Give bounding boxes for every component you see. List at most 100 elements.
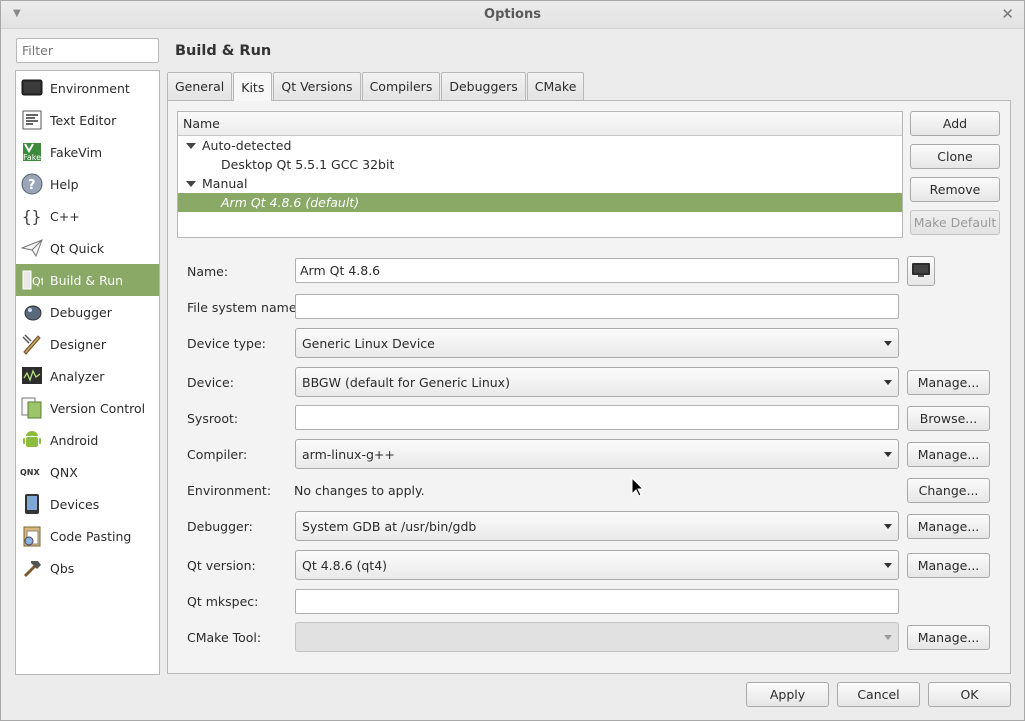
sidebar-item-qnx[interactable]: QNX QNX <box>16 456 159 488</box>
qt-version-label: Qt version: <box>187 558 256 573</box>
sidebar-item-text-editor[interactable]: Text Editor <box>16 104 159 136</box>
sidebar-item-debugger[interactable]: Debugger <box>16 296 159 328</box>
change-environment-button[interactable]: Change... <box>907 478 990 503</box>
tree-item-desktop-kit[interactable]: Desktop Qt 5.5.1 GCC 32bit <box>178 155 902 174</box>
browse-sysroot-button[interactable]: Browse... <box>907 406 990 431</box>
sidebar-item-code-pasting[interactable]: Code Pasting <box>16 520 159 552</box>
sidebar-item-label: Qbs <box>50 560 75 576</box>
tab-cmake[interactable]: CMake <box>526 72 585 100</box>
sidebar-item-label: Help <box>50 176 79 192</box>
debugger-value: System GDB at /usr/bin/gdb <box>302 519 477 534</box>
expand-arrow-icon[interactable] <box>186 180 196 187</box>
paper-plane-icon <box>20 237 44 259</box>
cancel-button[interactable]: Cancel <box>837 682 920 707</box>
compiler-value: arm-linux-g++ <box>302 447 395 462</box>
chevron-down-icon <box>884 524 892 529</box>
tab-debuggers[interactable]: Debuggers <box>441 72 526 100</box>
tab-general[interactable]: General <box>167 72 233 100</box>
sidebar-item-label: Text Editor <box>50 112 117 128</box>
compiler-combo[interactable]: arm-linux-g++ <box>295 439 899 469</box>
sidebar-item-label: Devices <box>50 496 100 512</box>
device-type-value: Generic Linux Device <box>302 336 435 351</box>
debugger-combo[interactable]: System GDB at /usr/bin/gdb <box>295 511 899 541</box>
fakevim-icon: Fake <box>20 141 44 163</box>
tree-header-name[interactable]: Name <box>178 112 902 136</box>
bug-icon <box>20 301 44 323</box>
sidebar-item-label: Analyzer <box>50 368 105 384</box>
name-field[interactable]: Arm Qt 4.8.6 <box>295 258 899 283</box>
manage-device-button[interactable]: Manage... <box>907 370 990 395</box>
environment-value: No changes to apply. <box>294 483 425 498</box>
qt-mkspec-label: Qt mkspec: <box>187 594 259 609</box>
chevron-down-icon <box>884 563 892 568</box>
add-kit-button[interactable]: Add <box>910 111 1000 136</box>
filter-input[interactable] <box>16 38 159 63</box>
close-icon[interactable]: ✕ <box>1001 5 1014 23</box>
manage-debugger-button[interactable]: Manage... <box>907 514 990 539</box>
tab-bar: General Kits Qt Versions Compilers Debug… <box>167 72 585 101</box>
sidebar-item-label: Android <box>50 432 99 448</box>
version-control-icon <box>20 397 44 419</box>
chevron-down-icon <box>884 341 892 346</box>
help-icon: ? <box>20 173 44 195</box>
ok-button[interactable]: OK <box>928 682 1011 707</box>
window-title: Options <box>484 7 541 22</box>
qt-mkspec-field[interactable] <box>295 589 899 614</box>
kit-icon-button[interactable] <box>907 256 935 286</box>
tab-kits[interactable]: Kits <box>233 72 273 101</box>
cmake-tool-combo[interactable] <box>295 622 899 652</box>
device-type-label: Device type: <box>187 336 266 351</box>
page-title: Build & Run <box>175 43 272 59</box>
manage-qt-version-button[interactable]: Manage... <box>907 553 990 578</box>
tab-compilers[interactable]: Compilers <box>361 72 441 100</box>
manage-cmake-button[interactable]: Manage... <box>907 625 990 650</box>
svg-text:Fake: Fake <box>23 153 41 162</box>
qt-version-combo[interactable]: Qt 4.8.6 (qt4) <box>295 550 899 580</box>
tree-group-auto-detected[interactable]: Auto-detected <box>178 136 902 155</box>
device-type-combo[interactable]: Generic Linux Device <box>295 328 899 358</box>
manage-compiler-button[interactable]: Manage... <box>907 442 990 467</box>
clone-kit-button[interactable]: Clone <box>910 144 1000 169</box>
svg-text:Qt: Qt <box>32 275 43 288</box>
device-combo[interactable]: BBGW (default for Generic Linux) <box>295 367 899 397</box>
sidebar-item-qt-quick[interactable]: Qt Quick <box>16 232 159 264</box>
code-pasting-icon <box>20 525 44 547</box>
sidebar-item-help[interactable]: ? Help <box>16 168 159 200</box>
build-run-icon: Qt <box>20 269 44 291</box>
sidebar-item-cpp[interactable]: {} C++ <box>16 200 159 232</box>
remove-kit-button[interactable]: Remove <box>910 177 1000 202</box>
apply-button[interactable]: Apply <box>746 682 829 707</box>
sidebar-item-qbs[interactable]: Qbs <box>16 552 159 584</box>
tree-item-label: Arm Qt 4.8.6 (default) <box>221 195 360 210</box>
qt-version-value: Qt 4.8.6 (qt4) <box>302 558 388 573</box>
debugger-label: Debugger: <box>187 519 253 534</box>
sysroot-field[interactable] <box>295 405 899 430</box>
fs-name-label: File system name: <box>187 300 301 315</box>
designer-icon <box>20 333 44 355</box>
chevron-down-icon <box>884 635 892 640</box>
sidebar-item-devices[interactable]: Devices <box>16 488 159 520</box>
tree-item-arm-kit[interactable]: Arm Qt 4.8.6 (default) <box>178 193 902 212</box>
sidebar-item-environment[interactable]: Environment <box>16 72 159 104</box>
monitor-icon <box>20 77 44 99</box>
tab-qt-versions[interactable]: Qt Versions <box>273 72 361 100</box>
sidebar-item-designer[interactable]: Designer <box>16 328 159 360</box>
sidebar-item-version-control[interactable]: Version Control <box>16 392 159 424</box>
tree-group-manual[interactable]: Manual <box>178 174 902 193</box>
sidebar-item-label: Code Pasting <box>50 528 132 544</box>
name-label: Name: <box>187 264 229 279</box>
make-default-button[interactable]: Make Default <box>910 210 1000 235</box>
sidebar-item-fakevim[interactable]: Fake FakeVim <box>16 136 159 168</box>
sidebar-item-label: Designer <box>50 336 106 352</box>
title-bar: ▼ Options ✕ <box>1 1 1024 29</box>
android-icon <box>20 429 44 451</box>
sidebar-item-analyzer[interactable]: Analyzer <box>16 360 159 392</box>
fs-name-field[interactable] <box>295 294 899 319</box>
kits-tree[interactable]: Name Auto-detected Desktop Qt 5.5.1 GCC … <box>177 111 903 238</box>
sidebar-item-build-run[interactable]: Qt Build & Run <box>16 264 159 296</box>
sidebar-item-android[interactable]: Android <box>16 424 159 456</box>
sidebar-item-label: Build & Run <box>50 272 124 288</box>
analyzer-icon <box>20 365 44 387</box>
expand-arrow-icon[interactable] <box>186 142 196 149</box>
cmake-tool-label: CMake Tool: <box>187 630 262 645</box>
